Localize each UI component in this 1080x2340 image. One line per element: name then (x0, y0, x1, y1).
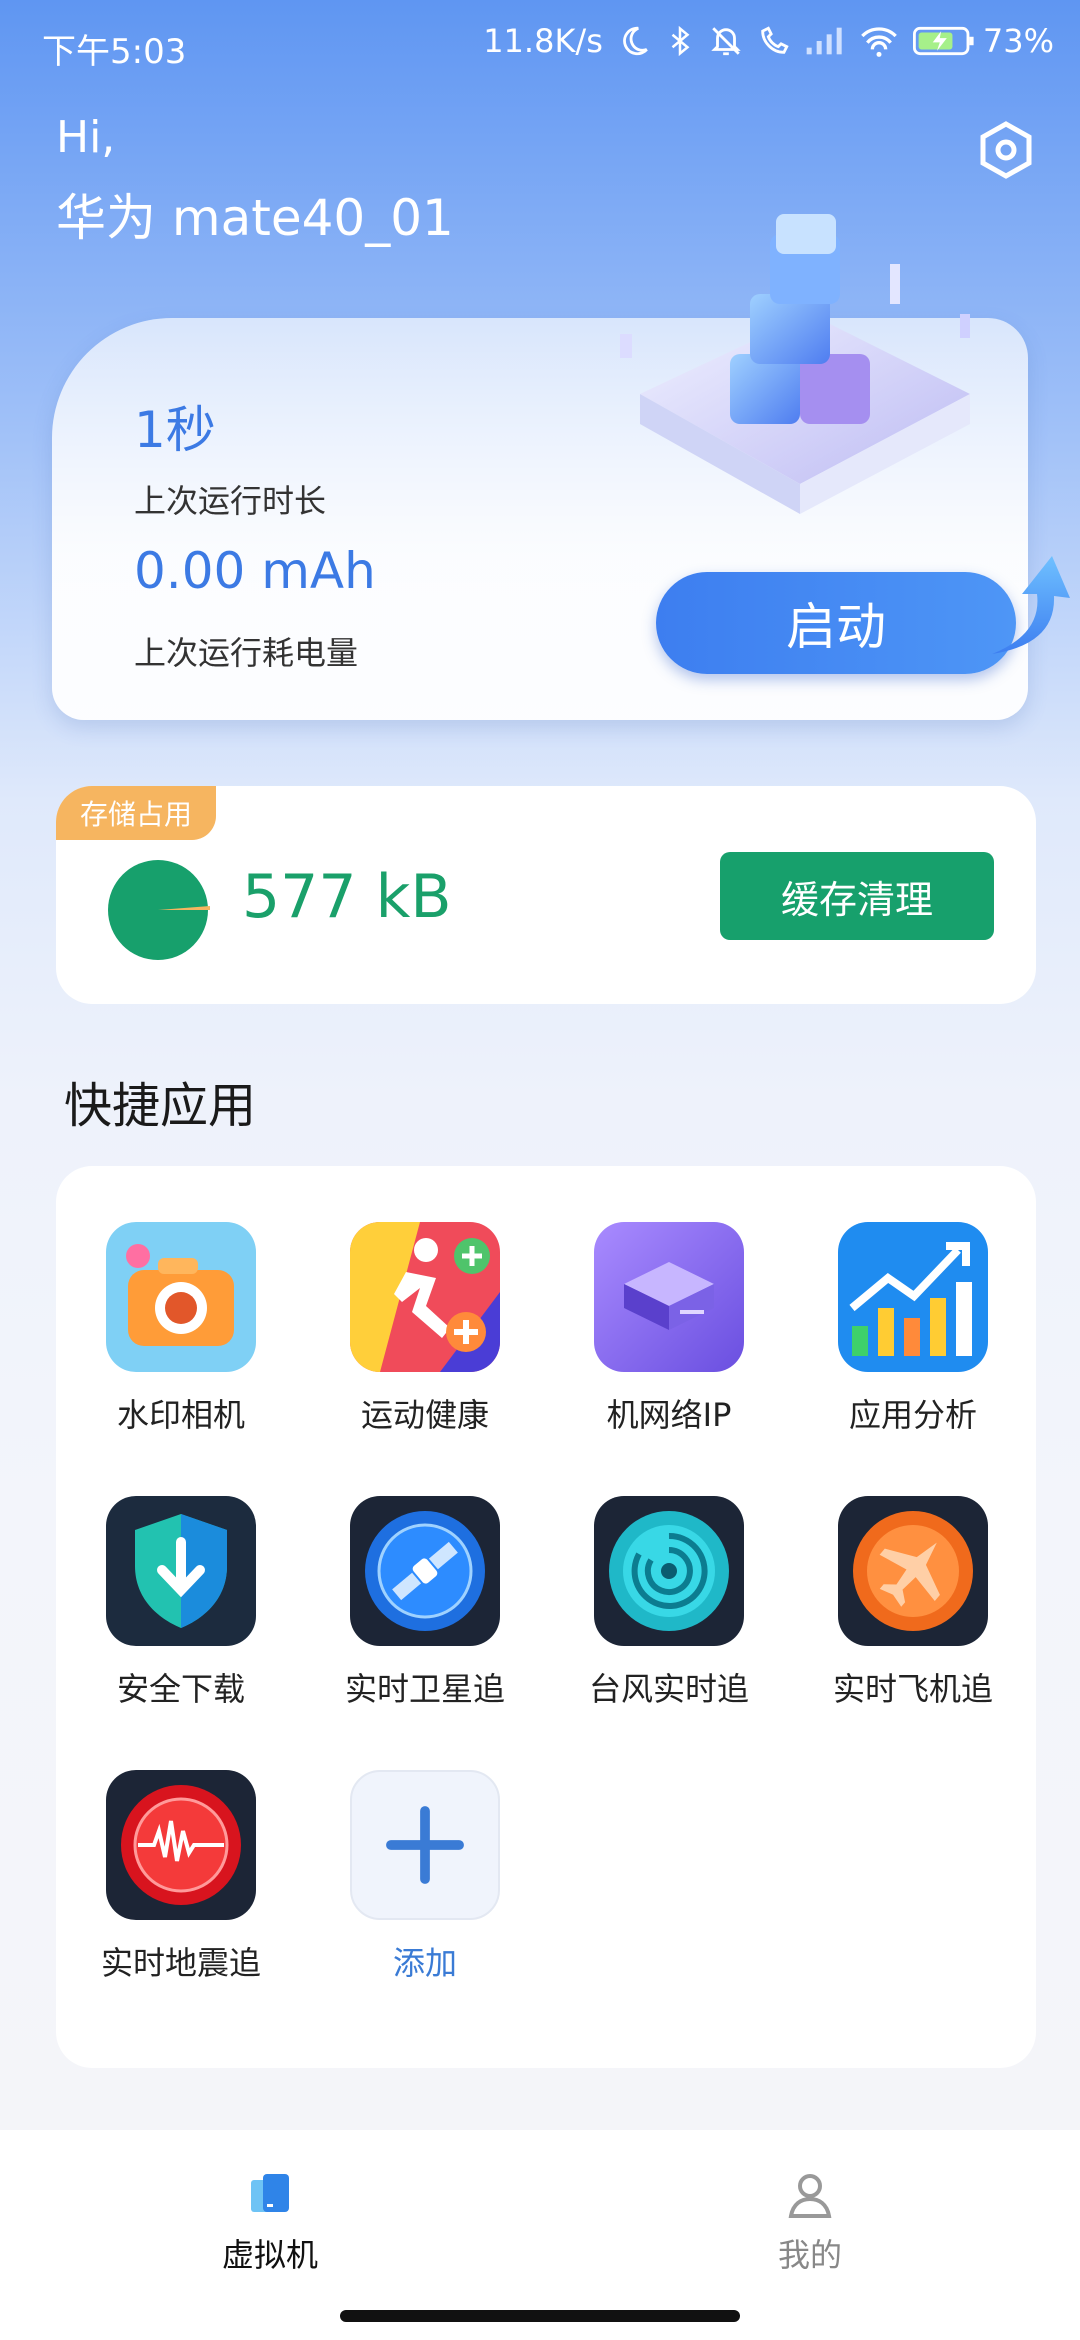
home-indicator[interactable] (340, 2310, 740, 2322)
bottom-tab-bar: 虚拟机 我的 (0, 2130, 1080, 2340)
status-time: 下午5:03 (42, 32, 187, 72)
moon-icon (623, 26, 648, 56)
running-icon (350, 1222, 500, 1372)
tab-label: 虚拟机 (221, 2236, 318, 2274)
hexagon-settings-icon (980, 121, 1032, 179)
mute-bell-icon (711, 27, 741, 56)
app-label: 实时地震追 (100, 1944, 261, 1982)
app-label: 添加 (392, 1944, 457, 1982)
last-run-power-label: 上次运行耗电量 (134, 634, 359, 672)
storage-size: 577 kB (242, 862, 452, 932)
settings-button[interactable] (976, 120, 1036, 180)
app-flight-tracker[interactable]: 实时飞机追 (828, 1496, 998, 1710)
arrow-up-icon (992, 556, 1070, 654)
storage-pie-icon (108, 860, 210, 960)
shield-download-icon (106, 1496, 256, 1646)
status-bar: 下午5:03 11.8K/s 73% (0, 0, 1080, 90)
battery: 73% (912, 22, 1054, 60)
storage-card: 存储占用 577 kB 缓存清理 (56, 786, 1036, 1004)
network-box-icon (594, 1222, 744, 1372)
storage-tag: 存储占用 (56, 786, 216, 840)
call-icon (761, 26, 789, 54)
plus-icon (350, 1770, 500, 1920)
app-analysis[interactable]: 应用分析 (828, 1222, 998, 1436)
last-run-duration: 1秒 (134, 401, 216, 459)
tab-label: 我的 (777, 2236, 842, 2274)
camera-icon (106, 1222, 256, 1372)
app-earthquake-tracker[interactable]: 实时地震追 (96, 1770, 266, 1984)
net-speed: 11.8K/s (483, 22, 603, 60)
add-app-button[interactable]: 添加 (340, 1770, 510, 1984)
app-watermark-camera[interactable]: 水印相机 (96, 1222, 266, 1436)
typhoon-icon (594, 1496, 744, 1646)
app-label: 机网络IP (606, 1396, 732, 1434)
app-label: 实时卫星追 (344, 1670, 505, 1708)
bluetooth-icon (671, 25, 690, 57)
greeting: Hi, (56, 112, 116, 163)
start-button[interactable]: 启动 (656, 572, 1016, 674)
battery-icon (912, 26, 974, 56)
satellite-icon (350, 1496, 500, 1646)
last-run-power: 0.00 mAh (134, 542, 376, 600)
airplane-icon (838, 1496, 988, 1646)
signal-icon (806, 27, 842, 55)
wifi-icon (861, 27, 897, 57)
app-typhoon-tracker[interactable]: 台风实时追 (584, 1496, 754, 1710)
app-satellite-tracker[interactable]: 实时卫星追 (340, 1496, 510, 1710)
app-label: 实时飞机追 (832, 1670, 993, 1708)
tab-virtual-machine[interactable]: 虚拟机 (170, 2170, 370, 2276)
app-label: 应用分析 (848, 1396, 977, 1434)
app-label: 运动健康 (360, 1396, 489, 1434)
tab-mine[interactable]: 我的 (710, 2170, 910, 2276)
app-label: 水印相机 (116, 1396, 245, 1434)
last-run-duration-label: 上次运行时长 (134, 482, 327, 520)
quick-apps-title: 快捷应用 (64, 1078, 257, 1134)
chart-icon (838, 1222, 988, 1372)
app-network-ip[interactable]: 机网络IP (584, 1222, 754, 1436)
clean-cache-button[interactable]: 缓存清理 (720, 852, 994, 940)
battery-percent: 73% (982, 22, 1054, 60)
cube-stack-illustration (620, 214, 970, 514)
earthquake-icon (106, 1770, 256, 1920)
app-secure-download[interactable]: 安全下载 (96, 1496, 266, 1710)
app-label: 台风实时追 (588, 1670, 749, 1708)
app-label: 安全下载 (116, 1670, 245, 1708)
status-icons: 11.8K/s 73% (483, 22, 1054, 60)
app-sports-health[interactable]: 运动健康 (340, 1222, 510, 1436)
virtual-machine-icon (251, 2174, 289, 2212)
quick-apps-grid: 水印相机 运动健康 机网络IP 应用分析 安全下载 实时卫星追 台风实时追 实时… (56, 1166, 1036, 2068)
device-name: 华为 mate40_01 (56, 189, 454, 247)
person-icon (788, 2174, 832, 2218)
